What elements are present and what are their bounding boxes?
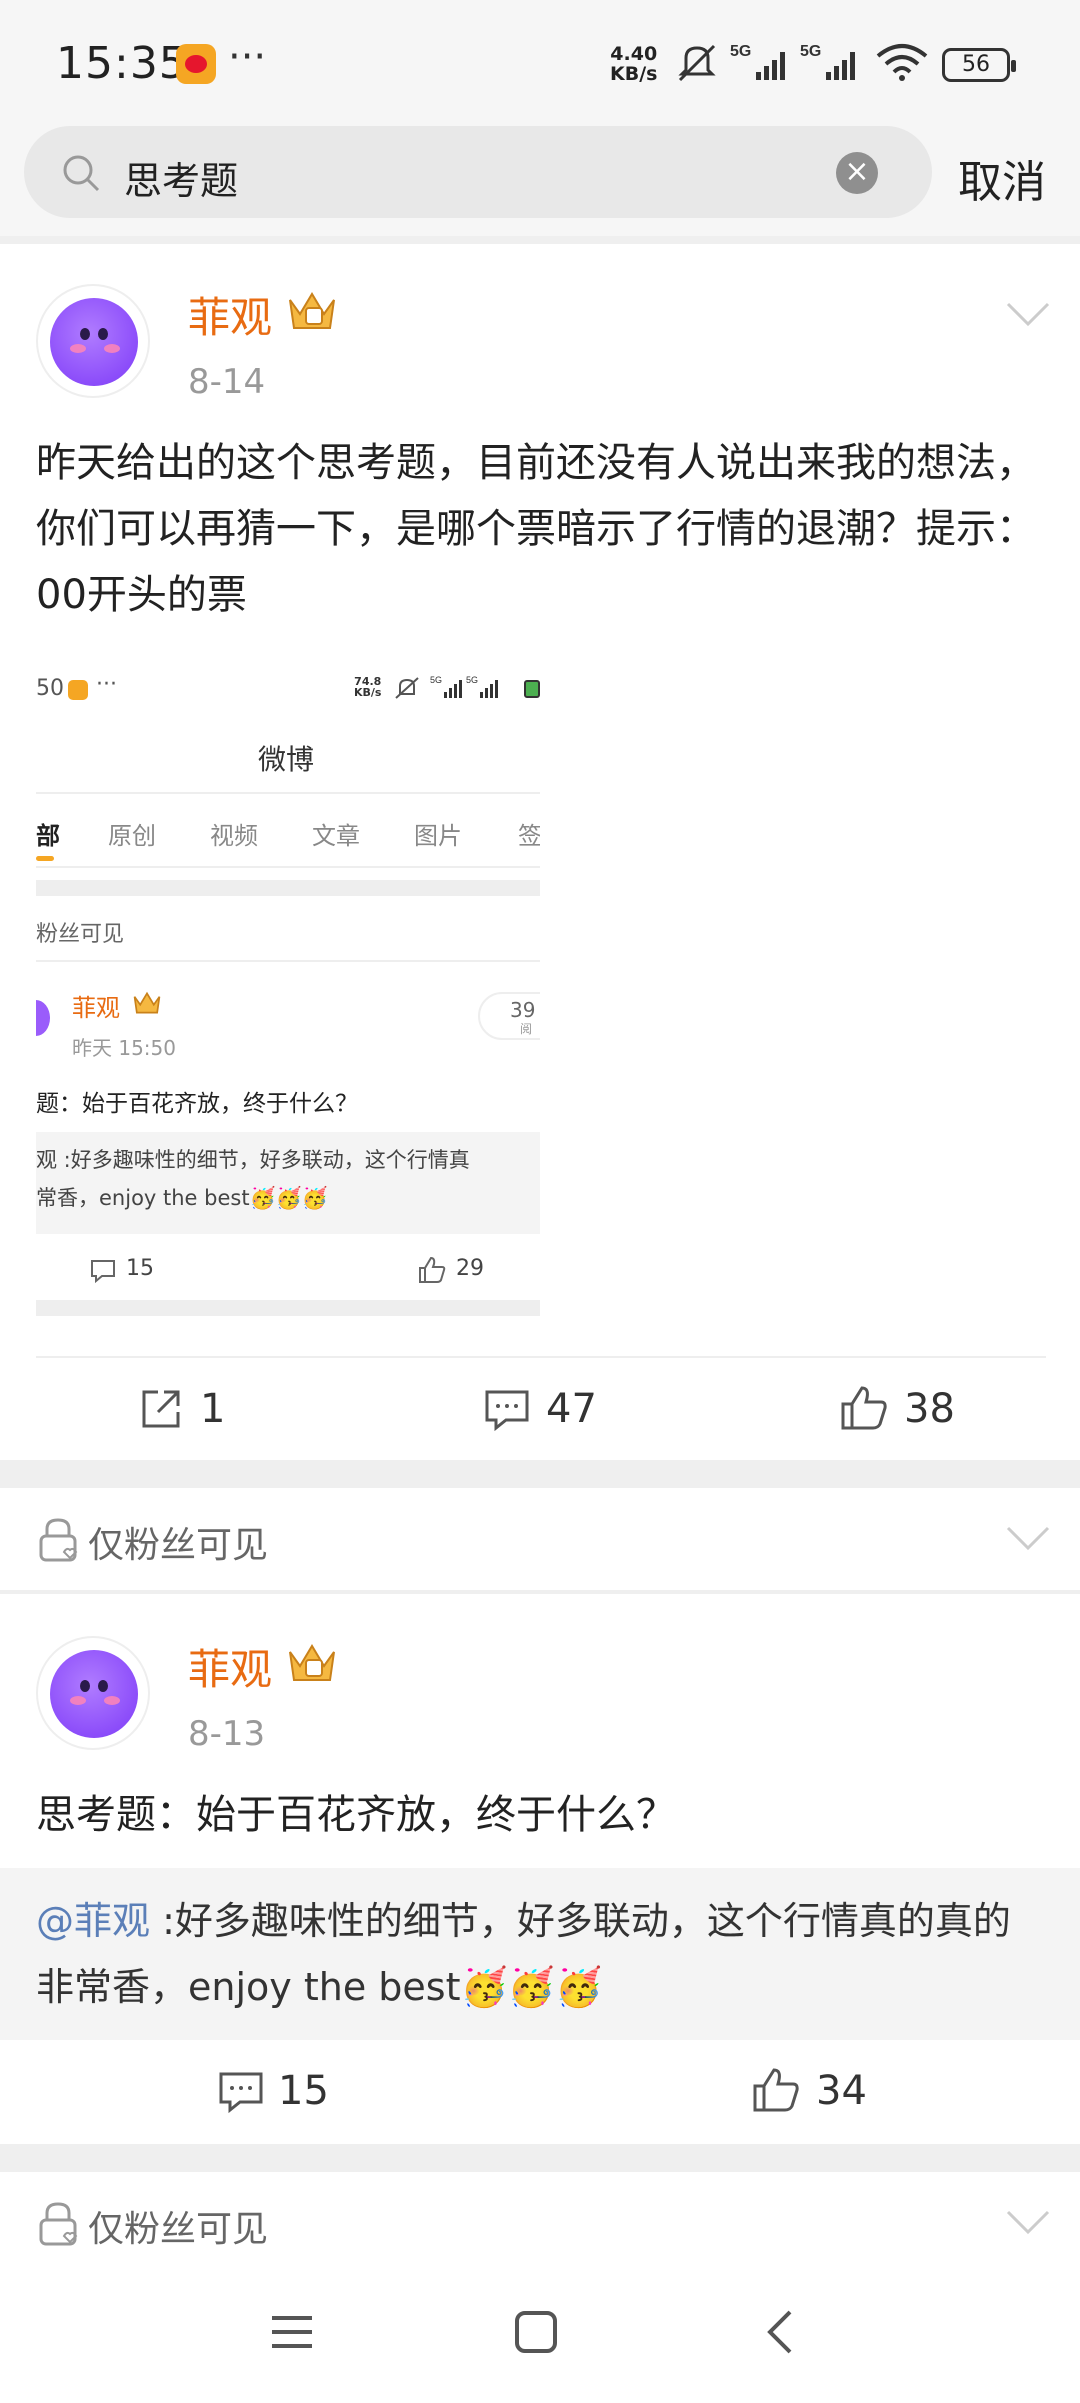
- embedded-tab: 图片: [414, 822, 462, 850]
- avatar[interactable]: [36, 284, 150, 398]
- vip-crown-icon: [133, 991, 161, 1014]
- avatar: [36, 1000, 50, 1036]
- embedded-time: 50: [36, 676, 64, 701]
- section-divider: [0, 1460, 1080, 1488]
- signal-5g-icon-2: 5G: [800, 43, 855, 80]
- post-date: 8-13: [188, 1714, 266, 1754]
- author-name[interactable]: 菲观: [188, 1636, 272, 1697]
- like-icon: [841, 1386, 887, 1430]
- repost-icon: [142, 1390, 180, 1428]
- status-bar: 15:35 ··· 4.40 KB/s 5G 5G 56: [0, 0, 1080, 120]
- search-input[interactable]: 思考题 ×: [24, 126, 932, 218]
- embedded-tab: 签: [518, 822, 540, 850]
- like-icon: [419, 1256, 446, 1283]
- author-name[interactable]: 菲观: [188, 284, 272, 345]
- system-nav-bar: [0, 2270, 1080, 2403]
- section-divider: [0, 236, 1080, 244]
- post-image[interactable]: 50 ··· 74.8 KB/s 5G 5G 微博 部 原创 视频 文章 图片: [36, 666, 540, 1318]
- vip-crown-icon: [289, 1644, 335, 1681]
- repost-count: 1: [200, 1386, 226, 1432]
- search-bar: 思考题 × 取消: [0, 120, 1080, 240]
- section-divider: [0, 2144, 1080, 2172]
- embedded-like-count: 29: [456, 1256, 484, 1281]
- read-label: 阅: [520, 1022, 533, 1036]
- embedded-net2-label: 5G: [466, 675, 478, 685]
- embedded-tab: 文章: [312, 822, 360, 850]
- net1-label: 5G: [730, 43, 751, 60]
- embedded-tab: 视频: [210, 822, 258, 850]
- chevron-down-icon[interactable]: [1006, 302, 1050, 328]
- vip-crown-icon: [289, 292, 335, 329]
- battery-indicator: [524, 680, 540, 698]
- network-speed-value: 4.40: [610, 43, 658, 65]
- back-icon[interactable]: [764, 2308, 794, 2356]
- quoted-post[interactable]: @菲观 :好多趣味性的细节，好多联动，这个行情真的真的非常香，enjoy the…: [0, 1868, 1080, 2040]
- post-text[interactable]: 昨天给出的这个思考题，目前还没有人说出来我的想法，你们可以再猜一下，是哪个票暗示…: [36, 430, 1046, 628]
- like-count: 38: [904, 1386, 955, 1432]
- net2-label: 5G: [800, 43, 821, 60]
- battery-indicator: 56: [942, 48, 1016, 82]
- cancel-button[interactable]: 取消: [958, 146, 1046, 210]
- embedded-fans-only: 粉丝可见: [36, 922, 125, 947]
- embedded-title: 微博: [258, 743, 315, 776]
- embedded-quote: 观 :好多趣味性的细节，好多联动，这个行情真 常香，enjoy the best…: [36, 1132, 540, 1234]
- home-icon[interactable]: [514, 2310, 558, 2354]
- mention-link[interactable]: @菲观: [36, 1899, 150, 1943]
- comment-icon: [485, 1390, 529, 1432]
- like-count: 34: [816, 2068, 867, 2114]
- menu-icon[interactable]: [270, 2312, 314, 2352]
- fans-only-row[interactable]: 仅粉丝可见: [0, 2174, 1080, 2274]
- more-notifications-icon: ···: [228, 34, 267, 80]
- embedded-quote-line1: 观 :好多趣味性的细节，好多联动，这个行情真: [36, 1148, 470, 1172]
- embedded-quote-line2: 常香，enjoy the best🥳🥳🥳: [36, 1186, 329, 1210]
- network-speed-unit: KB/s: [610, 63, 658, 85]
- embedded-tab: 原创: [108, 822, 156, 850]
- like-icon: [753, 2068, 799, 2112]
- quote-text: :好多趣味性的细节，好多联动，这个行情真的真的非常香，enjoy the bes…: [36, 1899, 1011, 2009]
- embedded-speed-unit: KB/s: [354, 686, 382, 699]
- fans-only-label: 仅粉丝可见: [88, 1525, 269, 1566]
- signal-5g-icon: 5G: [430, 675, 462, 698]
- clear-search-button[interactable]: ×: [836, 152, 878, 194]
- embedded-author: 菲观: [72, 994, 120, 1022]
- mute-icon: [678, 44, 716, 82]
- status-time: 15:35: [56, 38, 188, 89]
- comment-icon: [219, 2072, 263, 2114]
- comment-icon: [91, 1260, 115, 1284]
- search-query: 思考题: [124, 159, 239, 203]
- avatar[interactable]: [36, 1636, 150, 1750]
- lock-icon: [39, 1518, 78, 1562]
- embedded-comment-count: 15: [126, 1256, 154, 1281]
- embedded-net1-label: 5G: [430, 675, 442, 685]
- weibo-notification-icon: [176, 44, 216, 84]
- embedded-tab-all: 部: [36, 822, 60, 850]
- read-count: 39: [510, 998, 536, 1022]
- post-date: 8-14: [188, 362, 266, 402]
- comment-count: 15: [278, 2068, 329, 2114]
- fans-only-row[interactable]: 仅粉丝可见: [0, 1490, 1080, 1590]
- embedded-time-label: 昨天 15:50: [72, 1036, 176, 1060]
- embedded-post-text: 题：始于百花齐放，终于什么？: [36, 1091, 358, 1117]
- signal-5g-icon: 5G: [466, 675, 498, 698]
- post-text[interactable]: 思考题：始于百花齐放，终于什么？: [36, 1782, 1046, 1848]
- search-icon: [63, 155, 100, 192]
- embedded-speed: 74.8 KB/s: [354, 676, 381, 698]
- embedded-dots: ···: [96, 672, 117, 697]
- signal-5g-icon-1: 5G: [730, 43, 785, 80]
- lock-icon: [39, 2202, 78, 2246]
- network-speed: 4.40 KB/s: [610, 44, 657, 84]
- comment-count: 47: [546, 1386, 597, 1432]
- chevron-down-icon[interactable]: [1006, 2210, 1050, 2236]
- fans-only-label: 仅粉丝可见: [88, 2209, 269, 2250]
- chevron-down-icon[interactable]: [1006, 1526, 1050, 1552]
- mute-icon: [395, 677, 419, 699]
- wifi-icon: [876, 44, 928, 81]
- tab-indicator: [36, 856, 54, 861]
- read-count-badge: 39 阅: [478, 992, 540, 1040]
- weibo-notification-icon: [68, 680, 88, 700]
